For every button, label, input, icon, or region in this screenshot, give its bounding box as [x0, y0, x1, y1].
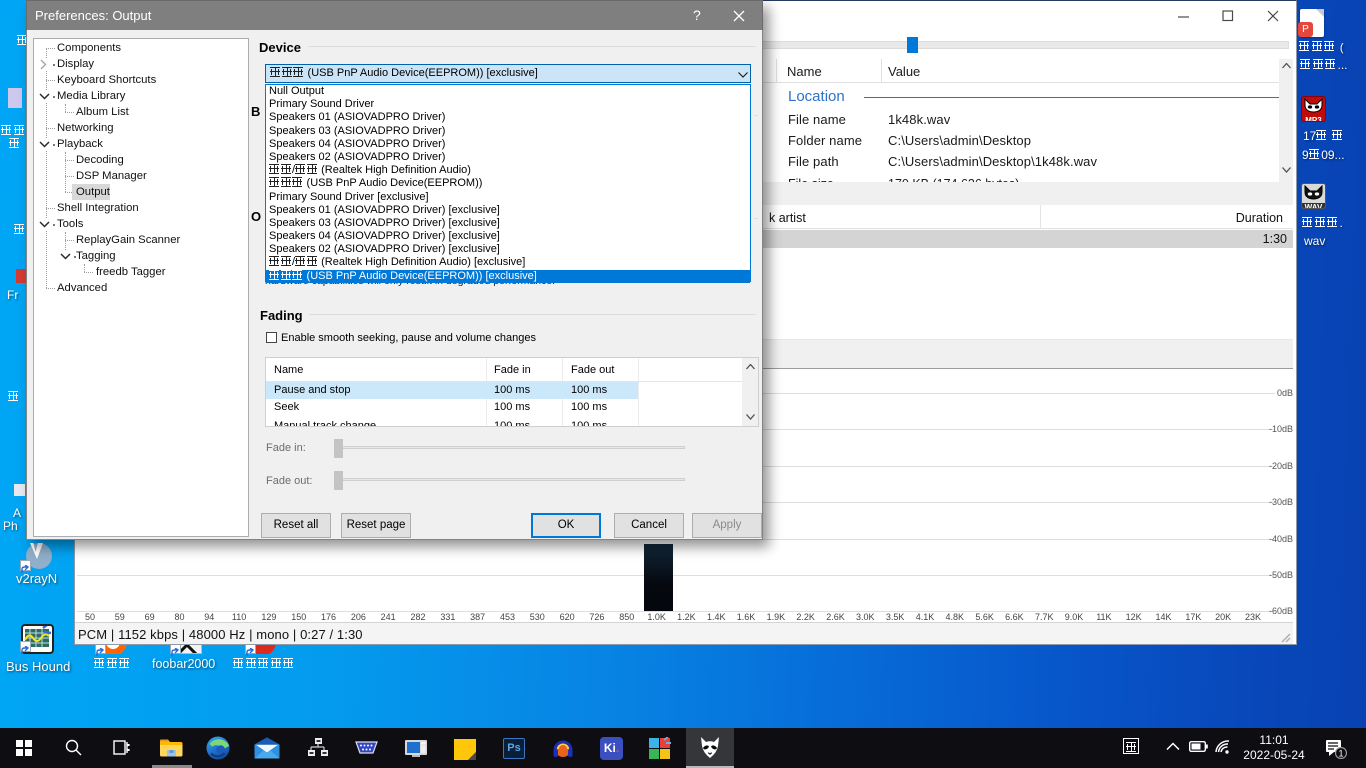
svg-text:1: 1	[1338, 749, 1343, 759]
